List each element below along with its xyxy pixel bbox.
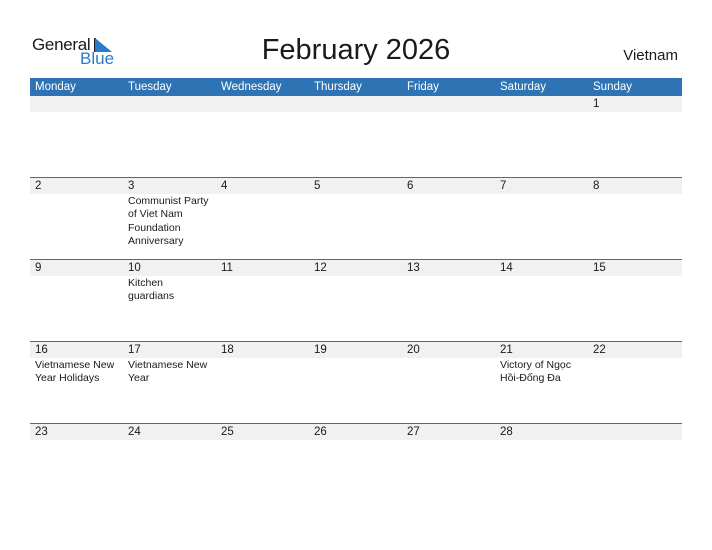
- day-cell: 23: [30, 424, 123, 504]
- day-cell: [588, 424, 681, 504]
- day-number: 6: [407, 180, 414, 192]
- calendar-grid: Monday Tuesday Wednesday Thursday Friday…: [30, 78, 682, 505]
- day-number: 19: [314, 344, 327, 356]
- day-number: 5: [314, 180, 321, 192]
- weekday-wednesday: Wednesday: [221, 81, 282, 93]
- day-number: [35, 96, 123, 112]
- day-cell: 4: [216, 178, 309, 258]
- day-number: 20: [407, 344, 420, 356]
- day-number: 23: [35, 426, 48, 438]
- day-number: 24: [128, 426, 141, 438]
- day-cell: 24: [123, 424, 216, 504]
- day-cell: [495, 96, 588, 176]
- day-cell: 13: [402, 260, 495, 340]
- day-number: [593, 424, 681, 440]
- day-cell: 11: [216, 260, 309, 340]
- day-cell: 16 Vietnamese New Year Holidays: [30, 342, 123, 422]
- day-cell: 20: [402, 342, 495, 422]
- week-row: 16 Vietnamese New Year Holidays 17 Vietname…: [30, 341, 682, 423]
- day-cell: [123, 96, 216, 176]
- day-cell: 25: [216, 424, 309, 504]
- weekday-thursday: Thursday: [314, 81, 362, 93]
- day-number: 28: [500, 426, 513, 438]
- day-number: 7: [500, 180, 507, 192]
- day-number: [500, 96, 588, 112]
- day-number: 15: [593, 262, 606, 274]
- day-number: 16: [35, 344, 48, 356]
- day-number: 12: [314, 262, 327, 274]
- day-cell: 15: [588, 260, 681, 340]
- day-cell: [30, 96, 123, 176]
- day-cell: [402, 96, 495, 176]
- day-cell: 9: [30, 260, 123, 340]
- day-cell: 28: [495, 424, 588, 504]
- holiday-label: Vietnamese New Year Holidays: [35, 359, 115, 385]
- day-number: 2: [35, 180, 42, 192]
- day-number: 3: [128, 180, 135, 192]
- weekday-header: Monday Tuesday Wednesday Thursday Friday…: [30, 78, 682, 96]
- day-cell: 8: [588, 178, 681, 258]
- country-label: Vietnam: [623, 47, 678, 64]
- week-row: 2 3 Communist Party of Viet Nam Foundation…: [30, 177, 682, 259]
- day-cell: 12: [309, 260, 402, 340]
- day-cell: 3 Communist Party of Viet Nam Foundation …: [123, 178, 216, 258]
- day-cell: 1: [588, 96, 681, 176]
- day-number: 1: [593, 98, 600, 110]
- day-cell: 7: [495, 178, 588, 258]
- holiday-label: Communist Party of Viet Nam Foundation A…: [128, 195, 209, 247]
- day-number: 18: [221, 344, 234, 356]
- holiday-label: Kitchen guardians: [128, 277, 175, 303]
- day-cell: 27: [402, 424, 495, 504]
- day-cell: 22: [588, 342, 681, 422]
- day-number: 10: [128, 262, 141, 274]
- day-cell: 21 Victory of Ngọc Hồi-Đống Đa: [495, 342, 588, 422]
- day-number: 14: [500, 262, 513, 274]
- day-number: 25: [221, 426, 234, 438]
- day-number: 9: [35, 262, 42, 274]
- week-row: 1: [30, 96, 682, 177]
- day-number: 26: [314, 426, 327, 438]
- day-number: 17: [128, 344, 141, 356]
- day-number: [128, 96, 216, 112]
- day-cell: [309, 96, 402, 176]
- page-title: February 2026: [261, 34, 451, 66]
- day-cell: [216, 96, 309, 176]
- day-number: 27: [407, 426, 420, 438]
- weekday-tuesday: Tuesday: [128, 81, 172, 93]
- day-cell: 14: [495, 260, 588, 340]
- day-number: 4: [221, 180, 228, 192]
- week-row: 23 24 25 26 27 28: [30, 423, 682, 505]
- day-number: 22: [593, 344, 606, 356]
- day-cell: 2: [30, 178, 123, 258]
- week-row: 9 10 Kitchen guardians 11 12 13 14 15: [30, 259, 682, 341]
- day-number: 8: [593, 180, 600, 192]
- day-cell: 6: [402, 178, 495, 258]
- weeks-container: 1 2 3 Communist Party of Viet Nam Foundatio…: [30, 96, 682, 505]
- day-cell: 19: [309, 342, 402, 422]
- day-number: 13: [407, 262, 420, 274]
- holiday-label: Victory of Ngọc Hồi-Đống Đa: [500, 359, 572, 385]
- weekday-saturday: Saturday: [500, 81, 547, 93]
- day-number: [314, 96, 402, 112]
- day-number: 11: [221, 262, 233, 274]
- weekday-sunday: Sunday: [593, 81, 633, 93]
- weekday-friday: Friday: [407, 81, 439, 93]
- holiday-label: Vietnamese New Year: [128, 359, 208, 385]
- day-cell: 17 Vietnamese New Year: [123, 342, 216, 422]
- day-number: 21: [500, 344, 513, 356]
- day-number: [407, 96, 495, 112]
- day-cell: 5: [309, 178, 402, 258]
- day-number: [221, 96, 309, 112]
- day-cell: 10 Kitchen guardians: [123, 260, 216, 340]
- day-cell: 18: [216, 342, 309, 422]
- weekday-monday: Monday: [35, 81, 76, 93]
- day-cell: 26: [309, 424, 402, 504]
